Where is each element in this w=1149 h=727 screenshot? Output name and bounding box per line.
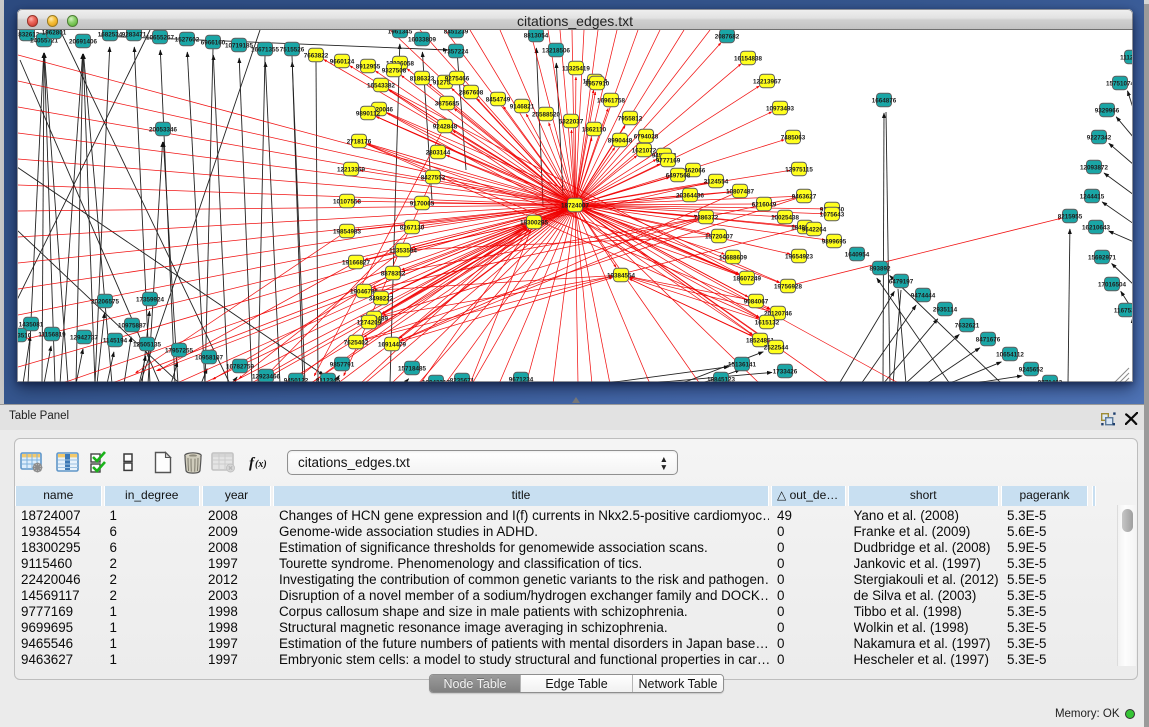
svg-text:(x): (x) (255, 459, 267, 470)
